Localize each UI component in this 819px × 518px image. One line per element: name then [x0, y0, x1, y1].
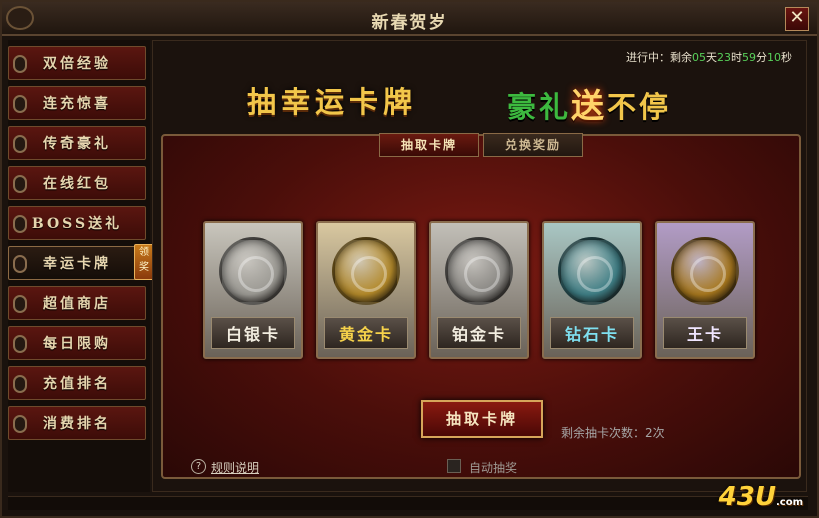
card-name: 钻石卡: [564, 325, 619, 344]
card-name-plate: 铂金卡: [437, 317, 521, 349]
king-dragon-emblem-icon: [671, 237, 739, 305]
logo-brand: 43U: [718, 482, 776, 512]
tab-draw-cards[interactable]: 抽取卡牌: [379, 133, 479, 157]
countdown-seconds-unit: 秒: [781, 51, 792, 64]
banner-slogan: 豪礼送不停: [507, 79, 671, 127]
bolt-ornament-icon: [13, 255, 27, 273]
card-name-plate: 钻石卡: [550, 317, 634, 349]
sidebar-item-daily-limit[interactable]: 每日限购: [8, 326, 146, 360]
bolt-ornament-icon: [13, 215, 27, 233]
slogan-part-send: 送: [571, 86, 608, 125]
help-icon[interactable]: ?: [191, 459, 206, 474]
card-name-plate: 白银卡: [211, 317, 295, 349]
sidebar-item-label: 双倍经验: [43, 56, 111, 72]
platinum-dragon-emblem-icon: [445, 237, 513, 305]
bolt-ornament-icon: [13, 415, 27, 433]
card-name-plate: 黄金卡: [324, 317, 408, 349]
sidebar-item-recharge-surprise[interactable]: 连充惊喜: [8, 86, 146, 120]
countdown-hours-unit: 时: [731, 51, 742, 64]
main-panel: 进行中：剩余05天23时59分10秒 抽幸运卡牌 豪礼送不停 抽取卡牌 兑换奖励…: [152, 40, 807, 492]
card-slot[interactable]: 王卡: [655, 221, 755, 359]
sidebar: 双倍经验 连充惊喜 传奇豪礼 在线红包 BOSS送礼 幸运卡牌 超值商店 每日限…: [8, 40, 154, 492]
title-bar: 新春贺岁 ✕: [2, 2, 817, 36]
countdown-seconds: 10: [767, 51, 781, 64]
sidebar-item-spend-rank[interactable]: 消费排名: [8, 406, 146, 440]
card-name: 王卡: [686, 325, 723, 344]
sidebar-item-label: 充值排名: [43, 376, 111, 392]
sidebar-item-label: 幸运卡牌: [43, 256, 111, 272]
countdown-days: 05: [692, 51, 706, 64]
sidebar-item-label: 连充惊喜: [43, 96, 111, 112]
bolt-ornament-icon: [13, 175, 27, 193]
sidebar-item-legend-gift[interactable]: 传奇豪礼: [8, 126, 146, 160]
countdown-prefix: 进行中：剩余: [626, 51, 692, 64]
bolt-ornament-icon: [13, 375, 27, 393]
claim-reward-badge[interactable]: 领奖: [134, 244, 154, 280]
card-name-plate: 王卡: [663, 317, 747, 349]
card-slot[interactable]: 钻石卡: [542, 221, 642, 359]
close-button[interactable]: ✕: [785, 7, 809, 31]
sidebar-item-label: 传奇豪礼: [43, 136, 111, 152]
bolt-ornament-icon: [13, 295, 27, 313]
card-slot[interactable]: 铂金卡: [429, 221, 529, 359]
window-title: 新春贺岁: [371, 13, 448, 33]
diamond-dragon-emblem-icon: [558, 237, 626, 305]
countdown-hours: 23: [717, 51, 731, 64]
bolt-ornament-icon: [13, 335, 27, 353]
sidebar-item-double-exp[interactable]: 双倍经验: [8, 46, 146, 80]
sidebar-item-label: BOSS送礼: [31, 216, 123, 232]
banner-title: 抽幸运卡牌: [247, 85, 418, 119]
countdown-minutes: 59: [742, 51, 756, 64]
sidebar-item-label: 在线红包: [43, 176, 111, 192]
site-logo: 43U.com: [719, 482, 803, 512]
bolt-ornament-icon: [13, 95, 27, 113]
sidebar-item-label: 超值商店: [43, 296, 111, 312]
draw-card-button[interactable]: 抽取卡牌: [421, 400, 543, 438]
logo-domain: .com: [775, 497, 803, 508]
auto-draw-checkbox[interactable]: [447, 459, 461, 473]
bolt-ornament-icon: [13, 55, 27, 73]
sidebar-item-value-shop[interactable]: 超值商店: [8, 286, 146, 320]
sidebar-item-boss-gift[interactable]: BOSS送礼: [8, 206, 146, 240]
sidebar-item-lucky-cards[interactable]: 幸运卡牌: [8, 246, 146, 280]
gold-dragon-emblem-icon: [332, 237, 400, 305]
event-countdown: 进行中：剩余05天23时59分10秒: [626, 49, 792, 65]
sidebar-item-label: 每日限购: [43, 336, 111, 352]
card-name: 白银卡: [225, 325, 280, 344]
silver-dragon-emblem-icon: [219, 237, 287, 305]
countdown-days-unit: 天: [706, 51, 717, 64]
sidebar-item-online-redpacket[interactable]: 在线红包: [8, 166, 146, 200]
auto-draw-label: 自动抽奖: [469, 461, 518, 475]
card-name: 铂金卡: [451, 325, 506, 344]
rules-link[interactable]: 规则说明: [211, 459, 259, 476]
bolt-ornament-icon: [13, 135, 27, 153]
tab-exchange-rewards[interactable]: 兑换奖励: [483, 133, 583, 157]
card-name: 黄金卡: [338, 325, 393, 344]
countdown-minutes-unit: 分: [756, 51, 767, 64]
card-slot[interactable]: 白银卡: [203, 221, 303, 359]
sidebar-item-recharge-rank[interactable]: 充值排名: [8, 366, 146, 400]
sidebar-item-label: 消费排名: [43, 416, 111, 432]
card-draw-panel: 抽取卡牌 兑换奖励 白银卡 黄金卡 铂金卡 钻石卡 王卡 抽取卡牌 剩余抽卡次数：2次 …: [161, 133, 801, 479]
slogan-part-nonstop: 不停: [607, 90, 672, 124]
remaining-draws: 剩余抽卡次数：2次: [561, 426, 665, 440]
bottom-bar: [8, 496, 808, 510]
card-slot[interactable]: 黄金卡: [316, 221, 416, 359]
slogan-part-gift: 豪礼: [507, 90, 572, 124]
